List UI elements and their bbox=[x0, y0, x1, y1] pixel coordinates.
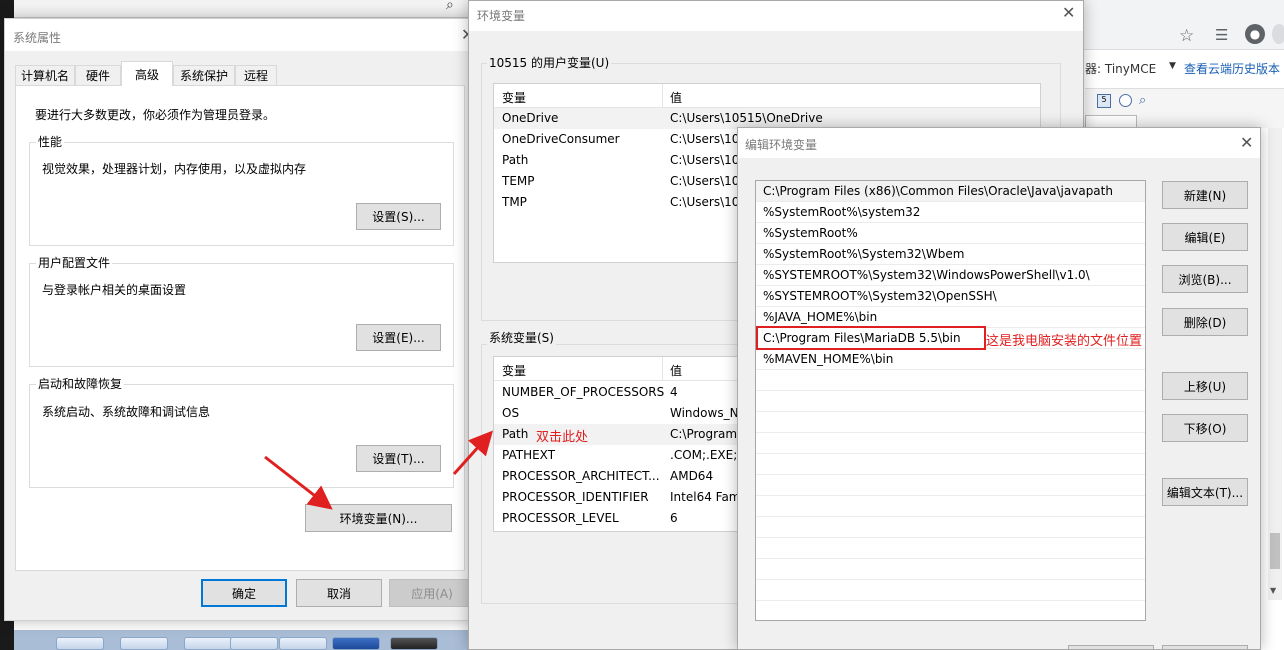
arrow-to-env-button bbox=[264, 455, 333, 510]
arrow-to-path-row bbox=[452, 430, 494, 476]
tab-label: 高级 bbox=[134, 67, 159, 82]
tab-advanced[interactable]: 高级 bbox=[121, 61, 173, 86]
annotation-arrows bbox=[264, 430, 494, 510]
